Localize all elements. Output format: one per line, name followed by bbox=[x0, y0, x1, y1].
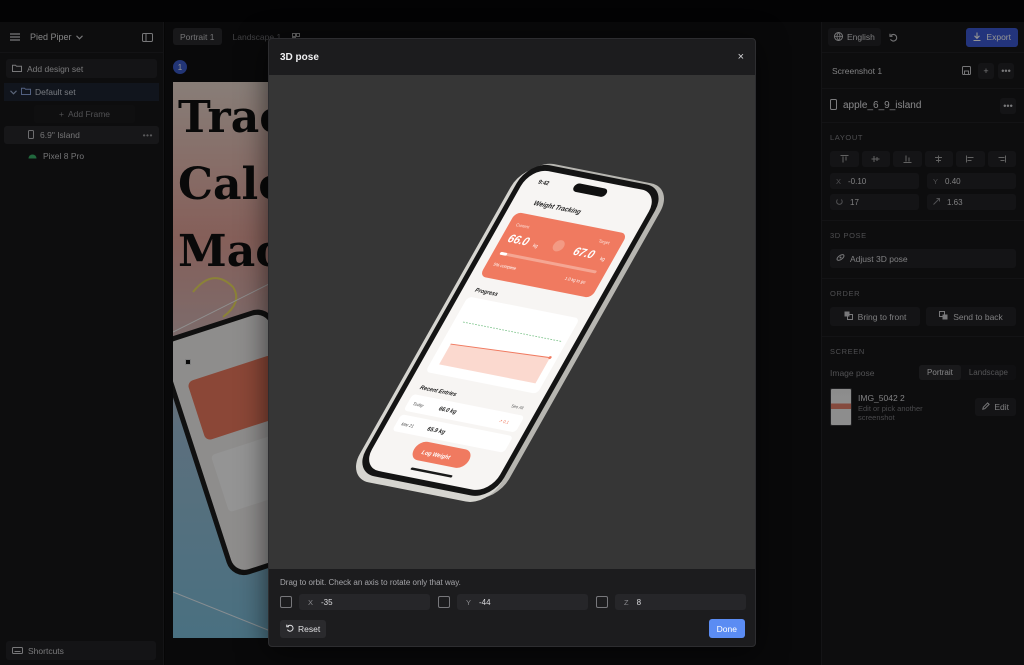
axis-x: X -35 bbox=[280, 594, 430, 610]
axis-z-field[interactable]: Z 8 bbox=[615, 594, 746, 610]
dialog-title: 3D pose bbox=[280, 51, 319, 63]
axis-x-field[interactable]: X -35 bbox=[299, 594, 430, 610]
reset-button[interactable]: Reset bbox=[280, 620, 327, 638]
pose-stage[interactable]: 9:42 Weight Tracking Current 66.0 kg Tar… bbox=[269, 75, 755, 569]
axis-label: X bbox=[308, 597, 314, 607]
axis-z: Z 8 bbox=[596, 594, 746, 610]
axis-value: -44 bbox=[479, 597, 491, 607]
axis-x-checkbox[interactable] bbox=[280, 596, 292, 608]
pose-dialog: 3D pose × 9:42 Weight Tracking Current 6… bbox=[268, 38, 756, 647]
axis-y: Y -44 bbox=[438, 594, 588, 610]
axis-label: Z bbox=[624, 597, 629, 607]
axis-value: -35 bbox=[321, 597, 333, 607]
axis-controls: X -35 Y -44 Z 8 bbox=[280, 594, 746, 610]
reset-label: Reset bbox=[298, 624, 321, 634]
axis-z-checkbox[interactable] bbox=[596, 596, 608, 608]
axis-y-field[interactable]: Y -44 bbox=[457, 594, 588, 610]
phone-3d-render: 9:42 Weight Tracking Current 66.0 kg Tar… bbox=[356, 163, 665, 502]
done-button[interactable]: Done bbox=[708, 619, 745, 638]
reset-icon bbox=[286, 624, 294, 634]
dialog-header: 3D pose × bbox=[269, 39, 755, 75]
axis-label: Y bbox=[466, 597, 472, 607]
axis-value: 8 bbox=[636, 597, 642, 607]
close-icon[interactable]: × bbox=[738, 51, 744, 63]
orbit-hint: Drag to orbit. Check an axis to rotate o… bbox=[280, 578, 461, 587]
axis-y-checkbox[interactable] bbox=[438, 596, 450, 608]
